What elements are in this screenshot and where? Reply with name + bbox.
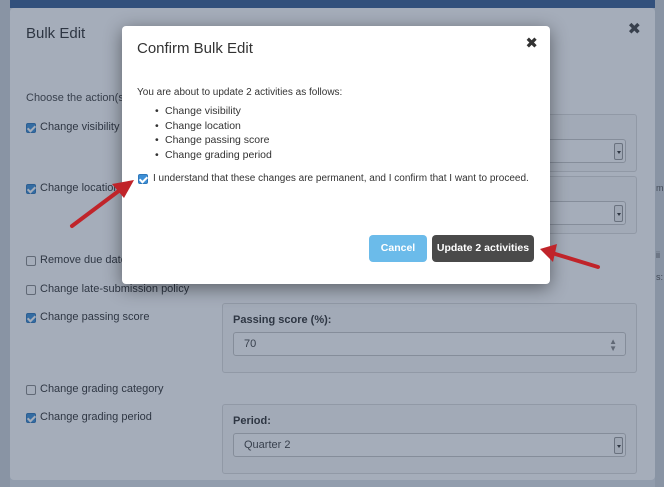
list-item: Change grading period (155, 149, 272, 164)
list-item: Change passing score (155, 134, 272, 149)
changes-list: Change visibility Change location Change… (155, 105, 272, 163)
cancel-button[interactable]: Cancel (369, 235, 427, 262)
confirm-bulk-edit-dialog: Confirm Bulk Edit ✖ You are about to upd… (122, 26, 550, 284)
confirm-intro: You are about to update 2 activities as … (137, 87, 343, 98)
acknowledge-checkbox[interactable] (138, 174, 148, 184)
acknowledge-text[interactable]: I understand that these changes are perm… (153, 172, 533, 186)
list-item: Change location (155, 120, 272, 135)
confirm-title: Confirm Bulk Edit (137, 40, 253, 57)
close-icon[interactable]: ✖ (525, 34, 538, 52)
list-item: Change visibility (155, 105, 272, 120)
update-activities-button[interactable]: Update 2 activities (432, 235, 534, 262)
